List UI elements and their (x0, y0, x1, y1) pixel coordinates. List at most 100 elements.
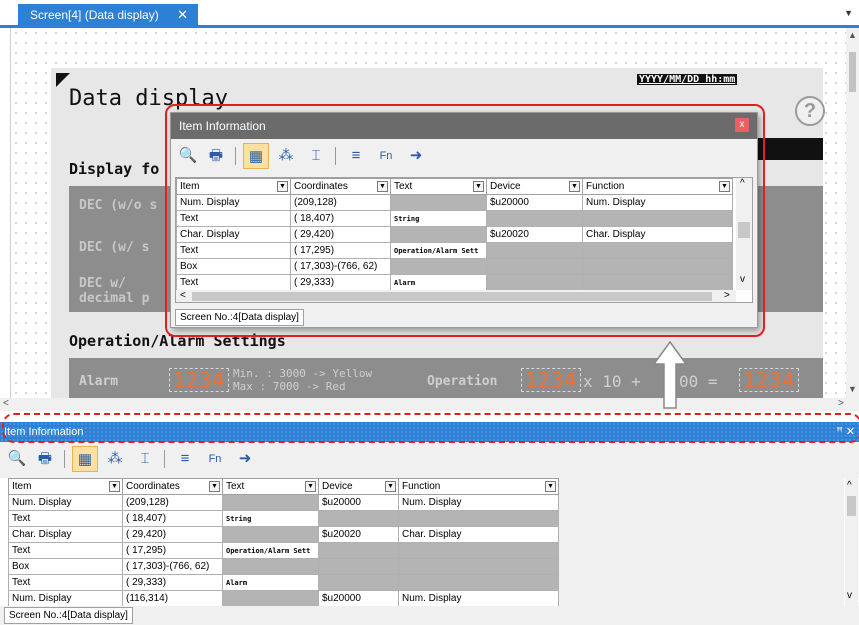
toolbar-separator (164, 450, 165, 468)
operation-num-display[interactable]: 1234 (521, 368, 582, 392)
cell-coords[interactable]: ( 18,407) (122, 510, 223, 527)
cell-text[interactable] (222, 494, 319, 511)
tab-list-dropdown-icon[interactable]: ▼ (844, 8, 853, 18)
cell-device[interactable] (318, 558, 399, 575)
row-label-dec-decimal: DEC w/ decimal p (79, 276, 150, 306)
cell-device[interactable] (318, 574, 399, 591)
cell-device[interactable]: $u20020 (318, 526, 399, 543)
cell-text[interactable]: Operation/Alarm Sett (222, 542, 319, 559)
dock-highlight-callout (2, 413, 859, 443)
column-filter-icon[interactable]: ▼ (385, 481, 396, 492)
scroll-up-icon[interactable]: ^ (847, 480, 852, 491)
scroll-thumb[interactable] (847, 496, 856, 516)
function-filter-icon[interactable]: Fn (202, 446, 228, 472)
column-header-function[interactable]: Function ▼ (398, 478, 559, 495)
tab-screen-4[interactable]: Screen[4] (Data display) ✕ (18, 4, 198, 26)
column-header-label: Item (12, 481, 32, 492)
export-icon[interactable]: ➜ (232, 446, 258, 472)
cell-text[interactable] (222, 526, 319, 543)
cell-item[interactable]: Text (8, 574, 123, 591)
scroll-down-icon[interactable]: ▼ (848, 384, 857, 394)
cell-coords[interactable]: (209,128) (122, 494, 223, 511)
table-row[interactable]: Text( 17,295) Operation/Alarm Sett (8, 542, 559, 559)
cell-coords[interactable]: ( 17,295) (122, 542, 223, 559)
cell-text[interactable]: Alarm (222, 574, 319, 591)
cell-device[interactable]: $u20000 (318, 590, 399, 606)
column-header-device[interactable]: Device ▼ (318, 478, 399, 495)
cell-device[interactable] (318, 510, 399, 527)
cell-item[interactable]: Text (8, 510, 123, 527)
cell-function[interactable] (398, 574, 559, 591)
cell-item[interactable]: Num. Display (8, 590, 123, 606)
column-filter-icon[interactable]: ▼ (209, 481, 220, 492)
sort-icon[interactable]: ⁂ (102, 446, 128, 472)
table-body: Num. Display (209,128) $u20000 Num. Display… (8, 494, 559, 606)
cell-coords[interactable]: (116,314) (122, 590, 223, 606)
formula-times-text: x 10 + (583, 372, 641, 391)
dock-item-grid[interactable]: Item ▼ Coordinates ▼ Text ▼ Device ▼ Function ▼ N… (8, 478, 844, 606)
cell-text[interactable] (222, 558, 319, 575)
crop-icon[interactable]: ⌶ (132, 446, 158, 472)
scroll-up-icon[interactable]: ▲ (848, 30, 857, 40)
column-header-item[interactable]: Item ▼ (8, 478, 123, 495)
result-num-display[interactable]: 1234 (739, 368, 800, 392)
table-row[interactable]: Num. Display (209,128) $u20000 Num. Display (8, 494, 559, 511)
tab-title: Screen[4] (Data display) (30, 8, 159, 22)
cell-item[interactable]: Num. Display (8, 494, 123, 511)
row-label-dec-with-sign: DEC (w/ s (79, 240, 150, 255)
dock-toolbar: 🔍 🖶 ▦ ⁂ ⌶ ≡ Fn ➜ (0, 442, 859, 478)
cell-function[interactable] (398, 510, 559, 527)
scroll-down-icon[interactable]: v (847, 590, 852, 601)
cell-function[interactable] (398, 558, 559, 575)
dock-statusbar: Screen No.:4[Data display] (0, 606, 859, 625)
scroll-thumb[interactable] (849, 52, 856, 92)
alarm-num-display[interactable]: 1234 (169, 368, 230, 392)
table-row[interactable]: Num. Display(116,314)$u20000Num. Display (8, 590, 559, 606)
cell-coords[interactable]: ( 29,333) (122, 574, 223, 591)
canvas-horizontal-scrollbar[interactable]: < > (0, 398, 859, 411)
cell-function[interactable]: Char. Display (398, 526, 559, 543)
column-header-coordinates[interactable]: Coordinates ▼ (122, 478, 223, 495)
column-filter-icon[interactable]: ▼ (545, 481, 556, 492)
preview-icon[interactable]: 🔍 (4, 446, 30, 472)
dock-grid-vscrollbar[interactable]: ^ v (845, 478, 858, 606)
toolbar-separator (64, 450, 65, 468)
display-format-heading[interactable]: Display fo (69, 160, 159, 178)
alarm-min-text: Min. : 3000 -> Yellow (233, 367, 373, 380)
cell-coords[interactable]: ( 29,420) (122, 526, 223, 543)
cell-item[interactable]: Text (8, 542, 123, 559)
table-row[interactable]: Text( 29,333) Alarm (8, 574, 559, 591)
alarm-label: Alarm (79, 374, 119, 389)
cell-item[interactable]: Char. Display (8, 526, 123, 543)
alarm-max-text: Max : 7000 -> Red (233, 380, 346, 393)
cell-text[interactable] (222, 590, 319, 606)
item-information-docked-panel[interactable]: Item Information ꟸ ✕ 🔍 🖶 ▦ ⁂ ⌶ ≡ Fn ➜ It… (0, 411, 859, 625)
scroll-left-icon[interactable]: < (3, 398, 9, 409)
cell-function[interactable]: Num. Display (398, 590, 559, 606)
table-row[interactable]: Text( 18,407) String (8, 510, 559, 527)
operation-alarm-panel[interactable]: Alarm 1234 Min. : 3000 -> Yellow Max : 7… (69, 358, 823, 398)
cell-coords[interactable]: ( 17,303)-(766, 62) (122, 558, 223, 575)
cell-device[interactable]: $u20000 (318, 494, 399, 511)
scroll-right-icon[interactable]: > (838, 398, 844, 409)
datetime-display[interactable]: YYYY/MM/DD hh:mm (637, 74, 738, 85)
column-header-text[interactable]: Text ▼ (222, 478, 319, 495)
column-filter-icon[interactable]: ▼ (109, 481, 120, 492)
dock-screen-tab[interactable]: Screen No.:4[Data display] (4, 607, 133, 624)
tab-close-icon[interactable]: ✕ (177, 7, 188, 23)
column-filter-icon[interactable]: ▼ (305, 481, 316, 492)
cell-device[interactable] (318, 542, 399, 559)
print-icon[interactable]: 🖶 (32, 446, 58, 472)
table-row[interactable]: Box( 17,303)-(766, 62) (8, 558, 559, 575)
table-filter-icon[interactable]: ▦ (72, 446, 98, 472)
wrap-icon[interactable]: ≡ (172, 446, 198, 472)
corner-mark-icon (56, 73, 70, 87)
operation-label: Operation (427, 374, 498, 389)
help-icon[interactable]: ? (795, 96, 825, 126)
canvas-vertical-scrollbar[interactable]: ▲ ▼ (846, 28, 859, 398)
cell-function[interactable]: Num. Display (398, 494, 559, 511)
cell-text[interactable]: String (222, 510, 319, 527)
table-row[interactable]: Char. Display( 29,420) $u20020 Char. Displ… (8, 526, 559, 543)
cell-function[interactable] (398, 542, 559, 559)
cell-item[interactable]: Box (8, 558, 123, 575)
